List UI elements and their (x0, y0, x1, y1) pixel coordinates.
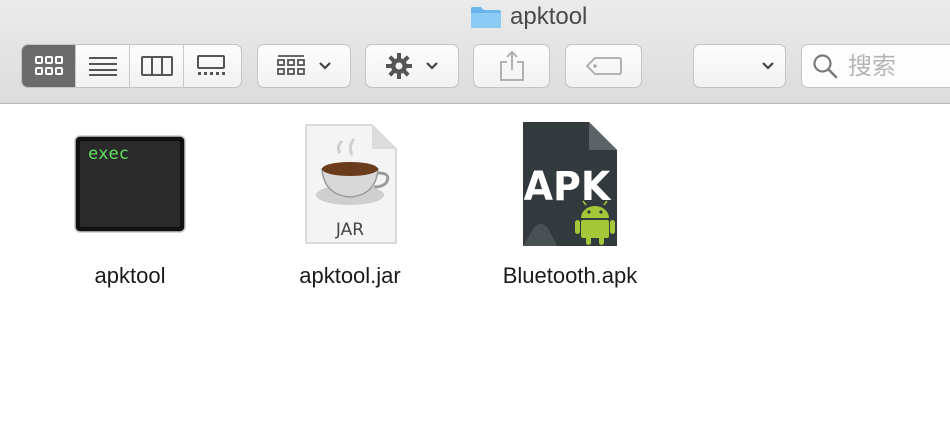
apk-text: APK (524, 164, 612, 210)
list-icon (88, 57, 117, 76)
grid-icon (34, 56, 63, 75)
search-icon (813, 54, 838, 79)
share-icon (499, 50, 524, 81)
path-dropdown[interactable] (693, 44, 786, 88)
folder-icon (471, 7, 501, 28)
share-button[interactable] (473, 44, 550, 88)
search-input[interactable] (846, 51, 950, 81)
window-title: apktool (470, 3, 587, 31)
group-icon (277, 55, 305, 75)
file-browser-area: exec apktool JAR apktool.jar APK Bluetoo… (0, 104, 950, 428)
file-item[interactable]: APK Bluetooth.apk (475, 119, 665, 289)
apk-file-icon: APK (523, 122, 617, 246)
terminal-exec-icon: exec (74, 135, 186, 233)
gear-icon (386, 53, 412, 79)
view-mode-control (21, 44, 242, 88)
finder-toolbar: apktool (0, 0, 950, 104)
column-view-button[interactable] (130, 45, 184, 87)
action-button[interactable] (365, 44, 459, 88)
file-name: apktool.jar (299, 263, 401, 288)
search-field[interactable] (801, 44, 950, 88)
chevron-down-icon (319, 62, 331, 70)
window-title-text: apktool (510, 3, 588, 30)
group-button[interactable] (257, 44, 351, 88)
file-name: apktool (94, 263, 166, 288)
java-jar-icon: JAR (305, 124, 397, 244)
file-item[interactable]: JAR apktool.jar (255, 119, 445, 289)
chevron-down-icon (762, 62, 774, 70)
chevron-down-icon (426, 62, 438, 70)
exec-text: exec (88, 144, 129, 164)
tag-button[interactable] (565, 44, 642, 88)
columns-icon (140, 56, 173, 76)
icon-view-button[interactable] (22, 45, 76, 87)
jar-text: JAR (335, 220, 364, 240)
gallery-icon (197, 55, 225, 75)
file-item[interactable]: exec apktool (35, 119, 225, 289)
list-view-button[interactable] (76, 45, 130, 87)
gallery-view-button[interactable] (184, 45, 238, 87)
tag-icon (585, 57, 622, 75)
file-name: Bluetooth.apk (502, 263, 638, 288)
